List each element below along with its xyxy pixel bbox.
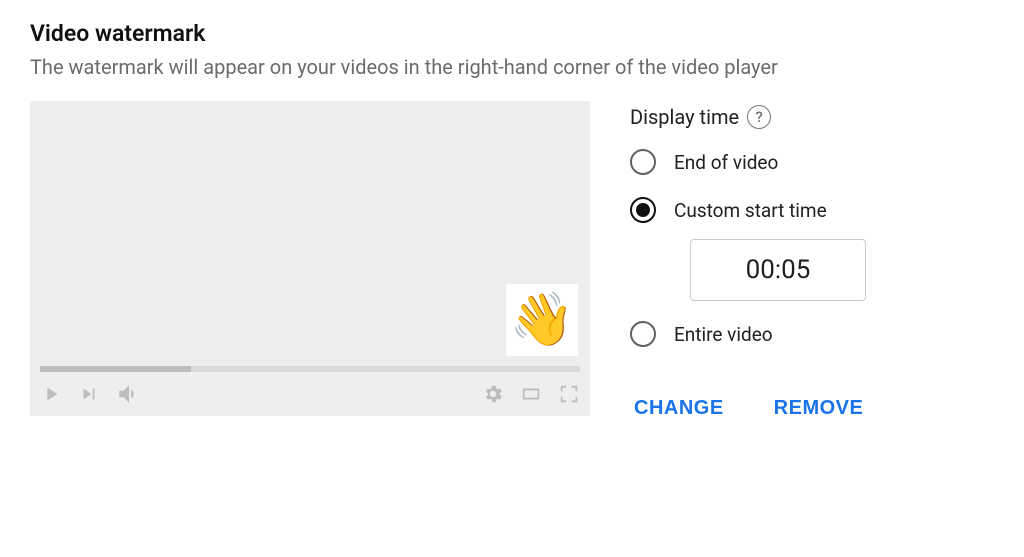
progress-fill xyxy=(40,366,191,372)
radio-custom-start-time[interactable]: Custom start time xyxy=(630,197,994,223)
radio-label: End of video xyxy=(674,151,778,174)
radio-label: Custom start time xyxy=(674,199,827,222)
section-description: The watermark will appear on your videos… xyxy=(30,53,994,81)
video-player-preview: 👋 xyxy=(30,101,590,416)
waving-hand-icon: 👋 xyxy=(510,294,575,346)
remove-button[interactable]: REMOVE xyxy=(774,397,864,420)
preview-area: 👋 xyxy=(30,101,590,366)
change-button[interactable]: CHANGE xyxy=(634,397,724,420)
radio-entire-video[interactable]: Entire video xyxy=(630,321,994,347)
radio-circle xyxy=(630,321,656,347)
action-buttons: CHANGE REMOVE xyxy=(634,397,994,420)
settings-gear-icon[interactable] xyxy=(482,383,504,405)
skip-next-icon[interactable] xyxy=(78,383,100,405)
fullscreen-icon[interactable] xyxy=(558,383,580,405)
time-value: 00:05 xyxy=(746,255,811,285)
display-time-panel: Display time ? End of video Custom start… xyxy=(630,101,994,420)
radio-label: Entire video xyxy=(674,323,773,346)
progress-bar[interactable] xyxy=(40,366,580,372)
content-row: 👋 xyxy=(30,101,994,420)
theater-mode-icon[interactable] xyxy=(520,383,542,405)
custom-start-time-input[interactable]: 00:05 xyxy=(690,239,866,301)
display-time-label: Display time xyxy=(630,105,739,129)
help-icon[interactable]: ? xyxy=(747,105,771,129)
player-controls xyxy=(30,372,590,416)
watermark-thumbnail: 👋 xyxy=(506,284,578,356)
section-title: Video watermark xyxy=(30,20,994,47)
play-icon[interactable] xyxy=(40,383,62,405)
radio-circle xyxy=(630,197,656,223)
video-watermark-section: Video watermark The watermark will appea… xyxy=(30,20,994,420)
radio-end-of-video[interactable]: End of video xyxy=(630,149,994,175)
volume-icon[interactable] xyxy=(116,381,142,407)
radio-circle xyxy=(630,149,656,175)
display-time-radio-group: End of video Custom start time 00:05 Ent… xyxy=(630,149,994,347)
